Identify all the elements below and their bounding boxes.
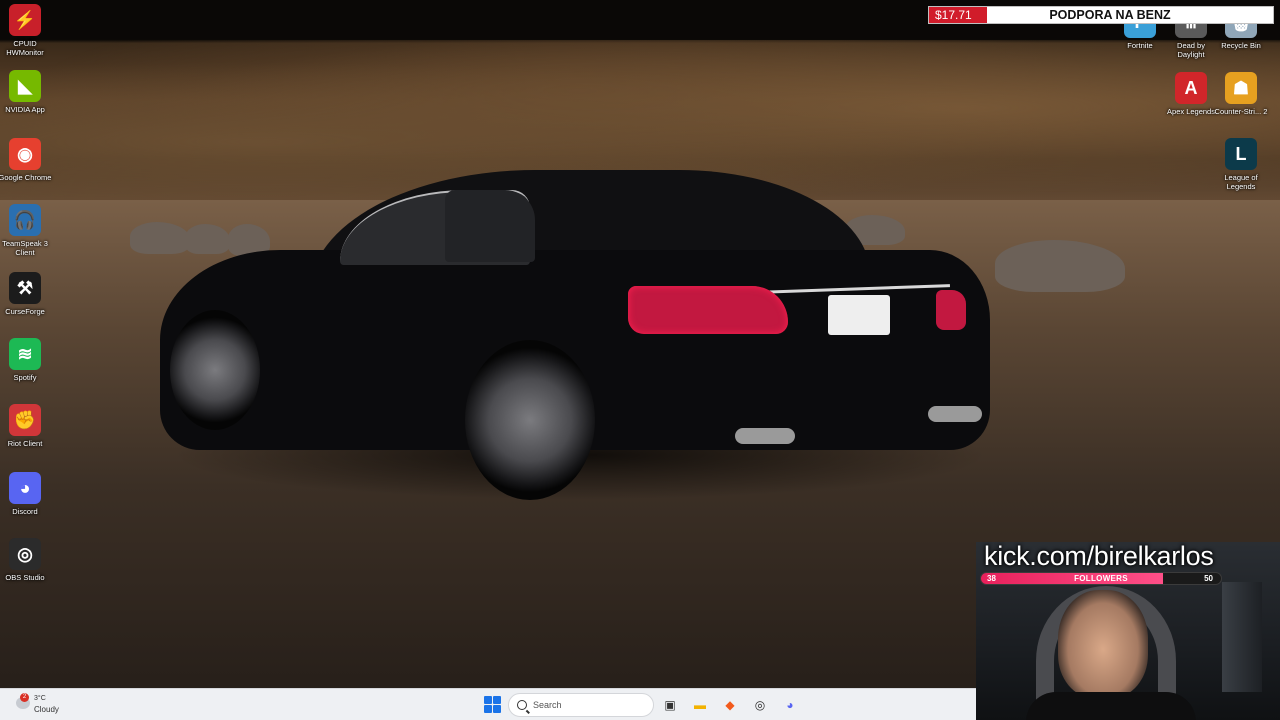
desktop-shortcut[interactable]: ◣ NVIDIA App (0, 70, 52, 114)
desktop-shortcut[interactable]: A Apex Legends (1164, 72, 1218, 116)
desktop-shortcut-label: Dead by Daylight (1177, 41, 1205, 59)
followers-goal-bar: 38 FOLLOWERS 50 (980, 572, 1222, 585)
file-explorer-icon[interactable]: ▬ (690, 695, 710, 715)
desktop-shortcut-label: Fortnite (1127, 41, 1153, 50)
desktop-shortcut[interactable]: L League of Legends (1214, 138, 1268, 191)
discord-taskbar-icon[interactable]: ◕ (780, 695, 800, 715)
desktop-shortcut[interactable]: ⚡ CPUID HWMonitor (0, 4, 52, 57)
taskbar: 2 3°C Cloudy Search ▣ ▬ ◆ ◎ ◕ (0, 688, 976, 720)
search-icon (517, 700, 527, 710)
notification-badge: 2 (20, 693, 29, 702)
desktop-shortcut[interactable]: ⚒ CurseForge (0, 272, 52, 316)
donation-title: PODPORA NA BENZ (1049, 8, 1171, 22)
desktop-shortcut-label: Spotify (13, 373, 37, 382)
nvidia-app-icon: ◣ (9, 70, 41, 102)
desktop-shortcut[interactable]: ◉ Google Chrome (0, 138, 52, 182)
desktop-shortcut-label: TeamSpeak 3 Client (2, 239, 48, 257)
weather-widget[interactable]: 2 3°C Cloudy (16, 693, 76, 717)
counter-strike-2-icon: ☗ (1225, 72, 1257, 104)
desktop-shortcut[interactable]: 🎧 TeamSpeak 3 Client (0, 204, 52, 257)
desktop-shortcut[interactable]: ☗ Counter-Stri... 2 (1214, 72, 1268, 116)
desktop-shortcut[interactable]: ≋ Spotify (0, 338, 52, 382)
followers-goal: 50 (1204, 574, 1213, 583)
start-button[interactable] (484, 696, 501, 713)
riot-client-icon: ✊ (9, 404, 41, 436)
desktop-shortcut-label: NVIDIA App (5, 105, 45, 114)
apex-legends-icon: A (1175, 72, 1207, 104)
curseforge-icon: ⚒ (9, 272, 41, 304)
weather-temperature: 3°C (34, 695, 46, 702)
obs-taskbar-icon[interactable]: ◎ (750, 695, 770, 715)
desktop-shortcut-label: Recycle Bin (1221, 41, 1261, 50)
league-of-legends-icon: L (1225, 138, 1257, 170)
google-chrome-icon: ◉ (9, 138, 41, 170)
teamspeak-icon: 🎧 (9, 204, 41, 236)
desktop-shortcut-label: OBS Studio (5, 573, 45, 582)
donation-goal: $100 (1240, 8, 1267, 22)
discord-icon: ◕ (9, 472, 41, 504)
donation-goal-bar: $17.71 PODPORA NA BENZ $100 (928, 6, 1274, 24)
wallpaper-car (160, 160, 990, 500)
desktop-shortcut-label: Counter-Stri... 2 (1214, 107, 1268, 116)
desktop-shortcut-label: Apex Legends (1167, 107, 1215, 116)
brave-browser-icon[interactable]: ◆ (720, 695, 740, 715)
desktop-shortcut-label: Riot Client (7, 439, 43, 448)
desktop-shortcut-label: League of Legends (1224, 173, 1258, 191)
desktop-shortcut-label: Google Chrome (0, 173, 52, 182)
obs-studio-icon: ◎ (9, 538, 41, 570)
desktop-shortcut[interactable]: ◕ Discord (0, 472, 52, 516)
taskbar-search[interactable]: Search (508, 693, 654, 717)
desktop-shortcut-label: CPUID HWMonitor (6, 39, 44, 57)
desktop-shortcut[interactable]: ✊ Riot Client (0, 404, 52, 448)
weather-condition: Cloudy (34, 705, 59, 714)
desktop-shortcut[interactable]: ◎ OBS Studio (0, 538, 52, 582)
kick-channel-url: kick.com/birelkarlos (984, 541, 1214, 571)
followers-label: FOLLOWERS (1074, 574, 1128, 583)
streamer-face (1058, 590, 1148, 698)
spotify-icon: ≋ (9, 338, 41, 370)
task-view-icon[interactable]: ▣ (660, 695, 680, 715)
search-placeholder: Search (533, 700, 562, 710)
cpuid-hwmonitor-icon: ⚡ (9, 4, 41, 36)
donation-amount: $17.71 (929, 7, 987, 23)
desktop-shortcut-label: Discord (12, 507, 38, 516)
desktop-shortcut-label: CurseForge (5, 307, 45, 316)
